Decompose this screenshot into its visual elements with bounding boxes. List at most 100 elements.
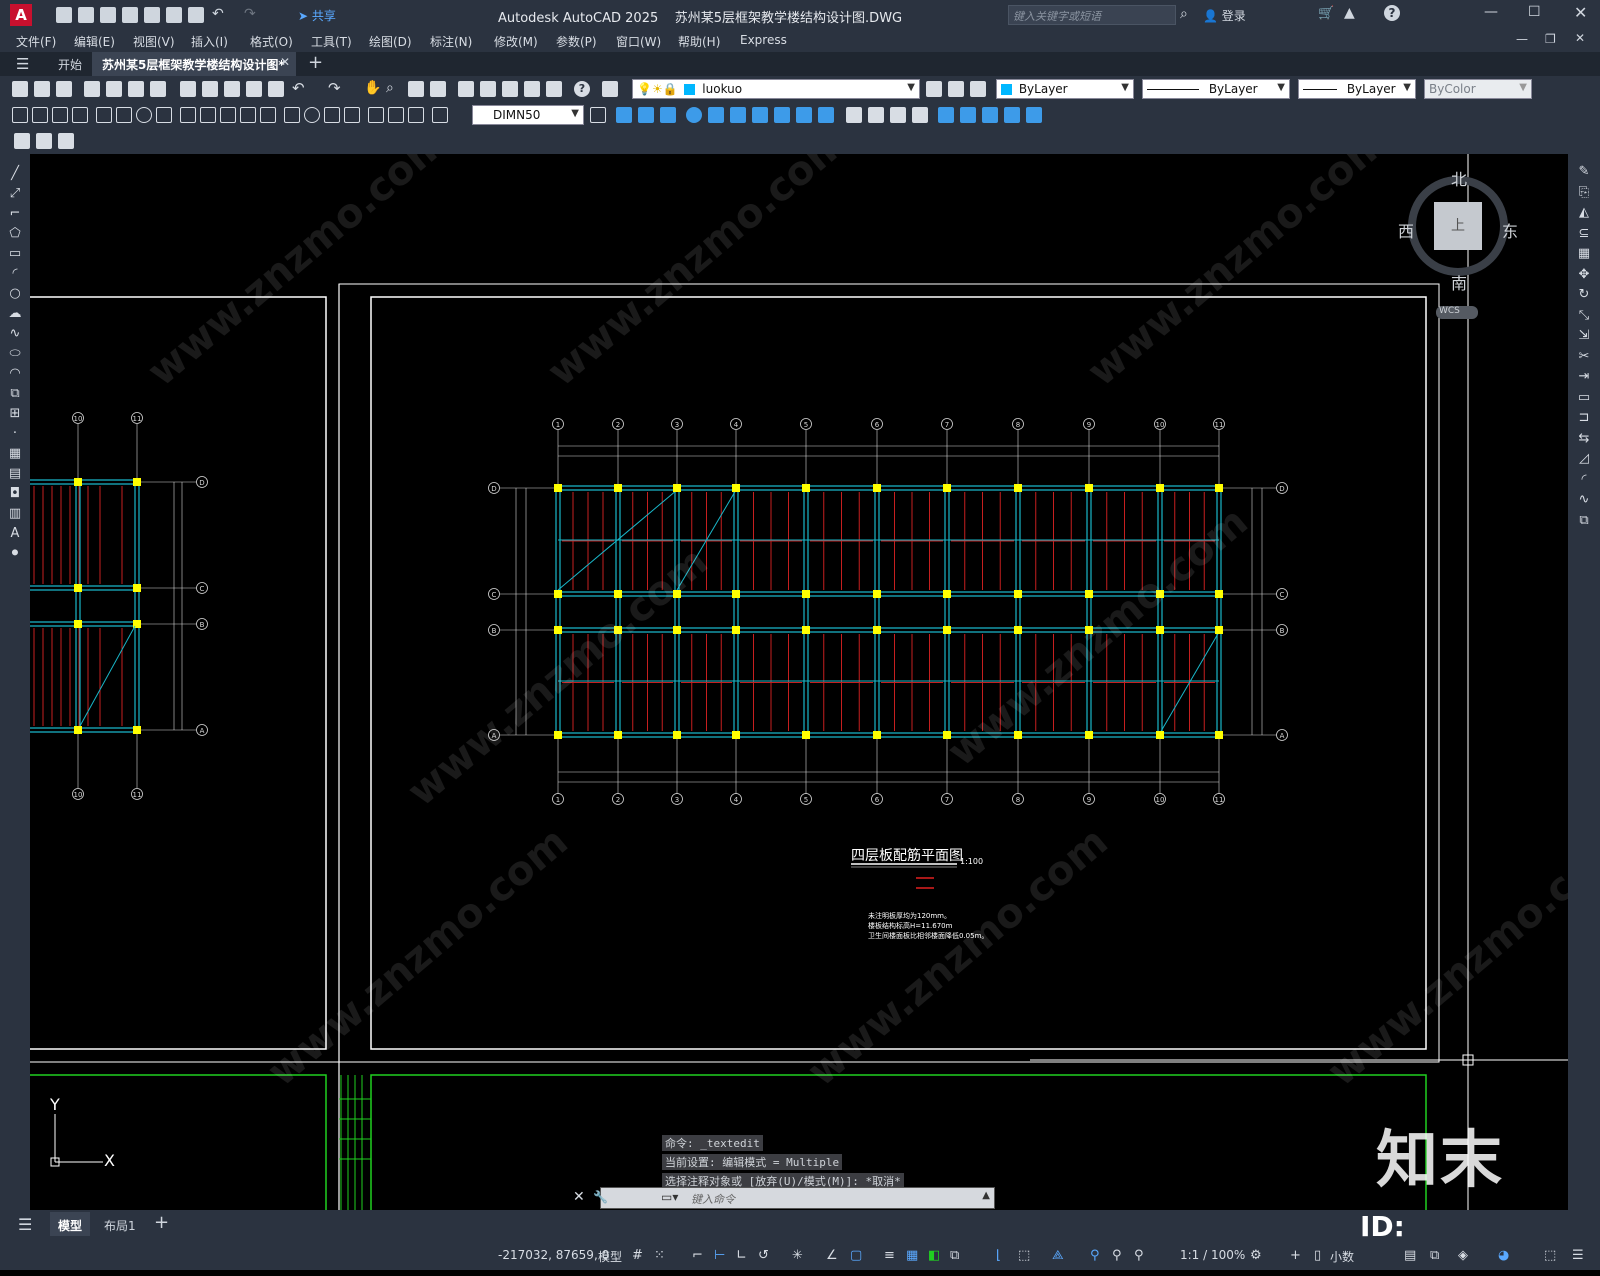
region-icon[interactable]: ◘: [7, 484, 23, 504]
calculator-icon[interactable]: [546, 81, 562, 97]
cut-icon[interactable]: [180, 81, 196, 97]
color-dropdown[interactable]: ByLayer ▼: [996, 79, 1134, 99]
units-value[interactable]: 小数: [1330, 1248, 1354, 1265]
zoom-previous-icon[interactable]: [430, 81, 446, 97]
intersect-icon[interactable]: [912, 107, 928, 123]
add-selected-icon[interactable]: ⚫: [7, 544, 23, 564]
jogged-linear-icon[interactable]: [344, 107, 360, 123]
customize-icon[interactable]: [58, 133, 74, 149]
union-icon[interactable]: [868, 107, 884, 123]
search-icon[interactable]: ⌕: [1180, 6, 1188, 22]
cylinder-icon[interactable]: [708, 107, 724, 123]
gear-icon[interactable]: ⚙: [1250, 1248, 1262, 1263]
menu-dimension[interactable]: 标注(N): [430, 33, 472, 50]
redo-icon[interactable]: ↷: [244, 7, 260, 23]
lineweight-icon[interactable]: ≡: [884, 1248, 895, 1263]
ordinate-icon[interactable]: [72, 107, 88, 123]
extrude-icon[interactable]: [774, 107, 790, 123]
cone-icon[interactable]: [660, 107, 676, 123]
angular-icon[interactable]: [156, 107, 172, 123]
arc-icon[interactable]: ◜: [7, 264, 23, 284]
viewcube[interactable]: 上 北 南 西 东 WCS: [1396, 166, 1518, 319]
workspace-icon[interactable]: [14, 133, 30, 149]
doc-restore-button[interactable]: ❐: [1545, 32, 1556, 46]
tool-palettes-icon[interactable]: [502, 81, 518, 97]
3d-rotate-icon[interactable]: [960, 107, 976, 123]
save-web-icon[interactable]: [166, 7, 182, 23]
baseline-icon[interactable]: [200, 107, 216, 123]
space-icon[interactable]: [240, 107, 256, 123]
erase-icon[interactable]: ✎: [1576, 162, 1592, 183]
close-tab-icon[interactable]: ✕: [280, 55, 290, 69]
pyramid-icon[interactable]: [752, 107, 768, 123]
command-close-icon[interactable]: ✕: [573, 1189, 585, 1205]
annotation-scale-icon[interactable]: ⚲: [1134, 1248, 1144, 1263]
new-tab-button[interactable]: +: [308, 52, 323, 73]
move-icon[interactable]: ✥: [1576, 265, 1592, 286]
coordinates-readout[interactable]: -217032, 87659, 0: [498, 1248, 609, 1262]
radius-icon[interactable]: [96, 107, 112, 123]
polar-icon[interactable]: ↺: [758, 1248, 769, 1263]
copy-icon[interactable]: [202, 81, 218, 97]
login-button[interactable]: 👤 登录: [1203, 7, 1246, 24]
copy-icon[interactable]: ⎘: [1576, 183, 1592, 204]
save-icon[interactable]: [100, 7, 116, 23]
line-icon[interactable]: ╱: [7, 164, 23, 184]
object-snap-tracking-icon[interactable]: ∠: [826, 1248, 838, 1263]
isodraft-icon[interactable]: ✳: [792, 1248, 803, 1263]
wedge-icon[interactable]: [638, 107, 654, 123]
stretch-icon[interactable]: ⇲: [1576, 326, 1592, 347]
trim-icon[interactable]: ✂: [1576, 347, 1592, 368]
close-button[interactable]: ✕: [1574, 3, 1587, 22]
dwf-icon[interactable]: [150, 81, 166, 97]
viewcube-north[interactable]: 北: [1451, 166, 1467, 190]
snap-icon[interactable]: ⁙: [654, 1248, 665, 1263]
undo-icon[interactable]: ↶: [212, 7, 228, 23]
layer-dropdown[interactable]: 💡☀🔒 luokuo ▼: [632, 79, 920, 99]
open-icon[interactable]: [34, 81, 50, 97]
make-current-icon[interactable]: [926, 81, 942, 97]
menu-draw[interactable]: 绘图(D): [369, 33, 412, 50]
auto-scale-icon[interactable]: ⚲: [1112, 1248, 1122, 1263]
command-customize-icon[interactable]: 🔧: [593, 1190, 608, 1204]
plot-icon[interactable]: [188, 7, 204, 23]
match-properties-icon[interactable]: [246, 81, 262, 97]
plus-icon[interactable]: +: [1290, 1248, 1301, 1263]
new-icon[interactable]: [56, 7, 72, 23]
dim-style-icon[interactable]: [432, 107, 448, 123]
diameter-icon[interactable]: [136, 107, 152, 123]
gradient-icon[interactable]: ▤: [7, 464, 23, 484]
lock-ui-icon[interactable]: ⧉: [1430, 1248, 1439, 1263]
dynamic-input-icon[interactable]: ⊢: [714, 1248, 725, 1263]
viewcube-west[interactable]: 西: [1398, 218, 1414, 242]
quick-dim-icon[interactable]: [180, 107, 196, 123]
revcloud-icon[interactable]: ☁: [7, 304, 23, 324]
redo-icon[interactable]: ↷: [328, 81, 344, 97]
share-button[interactable]: ➤ 共享: [298, 7, 336, 24]
extend-icon[interactable]: ⇥: [1576, 367, 1592, 388]
dimstyle-dropdown[interactable]: DIMN50 ▼: [472, 105, 584, 125]
break-at-point-icon[interactable]: ▭: [1576, 388, 1592, 409]
dim-edit-icon[interactable]: [368, 107, 384, 123]
mtext-icon[interactable]: A: [7, 524, 23, 544]
table-icon[interactable]: ▥: [7, 504, 23, 524]
break-icon[interactable]: [260, 107, 276, 123]
chamfer-icon[interactable]: ◿: [1576, 449, 1592, 470]
autodesk-a360-icon[interactable]: ▲: [1344, 5, 1355, 21]
open-web-icon[interactable]: [144, 7, 160, 23]
rotate-icon[interactable]: ↻: [1576, 285, 1592, 306]
model-space-toggle[interactable]: 模型: [598, 1248, 622, 1265]
zoom-realtime-icon[interactable]: ⌕: [386, 81, 402, 97]
menu-view[interactable]: 视图(V): [133, 33, 175, 50]
clean-screen-icon[interactable]: ⬚: [1544, 1248, 1556, 1263]
save-workspace-icon[interactable]: [36, 133, 52, 149]
inspect-icon[interactable]: [324, 107, 340, 123]
3d-move-icon[interactable]: [938, 107, 954, 123]
paste-icon[interactable]: [224, 81, 240, 97]
drawing-canvas[interactable]: Y X 1 1 2 2 3 3 4 4 5 5 6 6 7 7 8 8 9 9 10 10 11 11 D D C C B B A A 1…: [30, 154, 1568, 1210]
infer-constraints-icon[interactable]: ⌐: [692, 1248, 703, 1263]
command-prompt-icon[interactable]: ▭▾: [661, 1190, 678, 1204]
save-as-icon[interactable]: [122, 7, 138, 23]
cart-icon[interactable]: 🛒: [1318, 6, 1334, 21]
3d-array-icon[interactable]: [1004, 107, 1020, 123]
